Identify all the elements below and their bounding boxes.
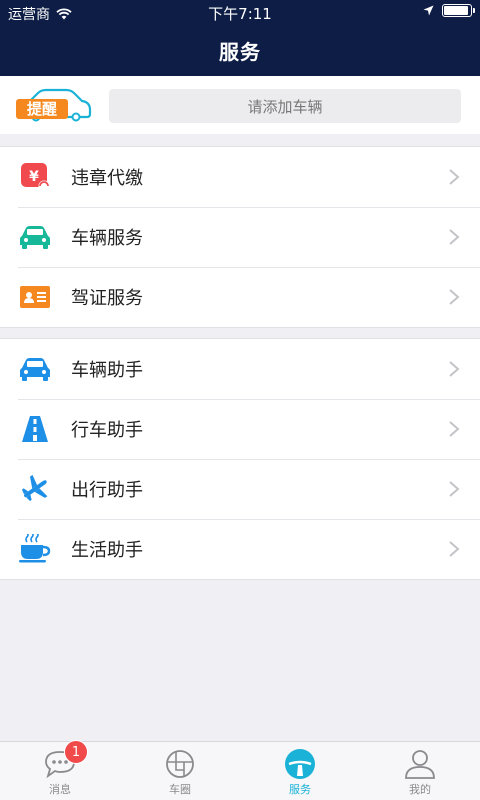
violation-payment-icon: ¥ [19,162,51,192]
user-icon [403,748,437,780]
chevron-right-icon [449,361,460,377]
menu-item-label: 生活助手 [71,540,143,561]
chevron-right-icon [449,541,460,557]
menu-item-car-service[interactable]: 车辆服务 [0,207,480,267]
reminder-logo: 提醒 [16,88,92,122]
car-assistant-icon [19,354,51,384]
menu-item-driving-assistant[interactable]: 行车助手 [0,399,480,459]
reminder-bar: 提醒 请添加车辆 [0,76,480,134]
license-card-icon [19,282,51,312]
chevron-right-icon [449,481,460,497]
car-service-icon [19,222,51,252]
chevron-right-icon [449,229,460,245]
battery-icon [442,4,475,17]
tab-label: 服务 [289,783,311,796]
tab-services[interactable]: 服务 [240,742,360,800]
tab-messages[interactable]: 消息 1 [0,740,120,800]
menu-item-label: 行车助手 [71,420,143,441]
tab-profile[interactable]: 我的 [360,742,480,800]
menu-item-violation-payment[interactable]: ¥ 违章代缴 [0,147,480,207]
add-vehicle-button[interactable]: 请添加车辆 [109,89,461,123]
service-group-2: 车辆助手 行车助手 出行助手 生活助手 [0,338,480,580]
tab-car-circle[interactable]: 车圈 [120,742,240,800]
car-circle-icon [163,748,197,780]
location-arrow-icon [423,5,434,16]
tab-label: 消息 [49,783,71,796]
reminder-car-icon: 提醒 [16,88,92,122]
chevron-right-icon [449,289,460,305]
airplane-icon [19,474,51,504]
menu-item-life-assistant[interactable]: 生活助手 [0,519,480,579]
tab-label: 我的 [409,783,431,796]
reminder-logo-text: 提醒 [27,100,57,118]
tab-label: 车圈 [169,783,191,796]
status-time: 下午7:11 [208,5,272,23]
tab-bar: 消息 1 车圈 服务 我的 [0,740,480,800]
chevron-right-icon [449,421,460,437]
svg-text:¥: ¥ [29,169,39,185]
status-bar: 运营商 下午7:11 [0,0,480,24]
page-title: 服务 [219,39,261,64]
menu-item-label: 违章代缴 [71,168,143,189]
menu-item-travel-assistant[interactable]: 出行助手 [0,459,480,519]
menu-item-label: 车辆助手 [71,360,143,381]
chevron-right-icon [449,169,460,185]
menu-item-label: 驾证服务 [71,288,143,309]
navigation-bar: 服务 [0,24,480,76]
services-icon [283,748,317,780]
menu-item-label: 车辆服务 [71,228,143,249]
service-group-1: ¥ 违章代缴 车辆服务 驾证服务 [0,146,480,328]
battery-level [444,6,469,15]
road-icon [19,414,51,444]
unread-badge: 1 [64,740,88,764]
menu-item-label: 出行助手 [71,480,143,501]
menu-item-car-assistant[interactable]: 车辆助手 [0,339,480,399]
coffee-cup-icon [19,534,51,564]
menu-item-license-service[interactable]: 驾证服务 [0,267,480,327]
